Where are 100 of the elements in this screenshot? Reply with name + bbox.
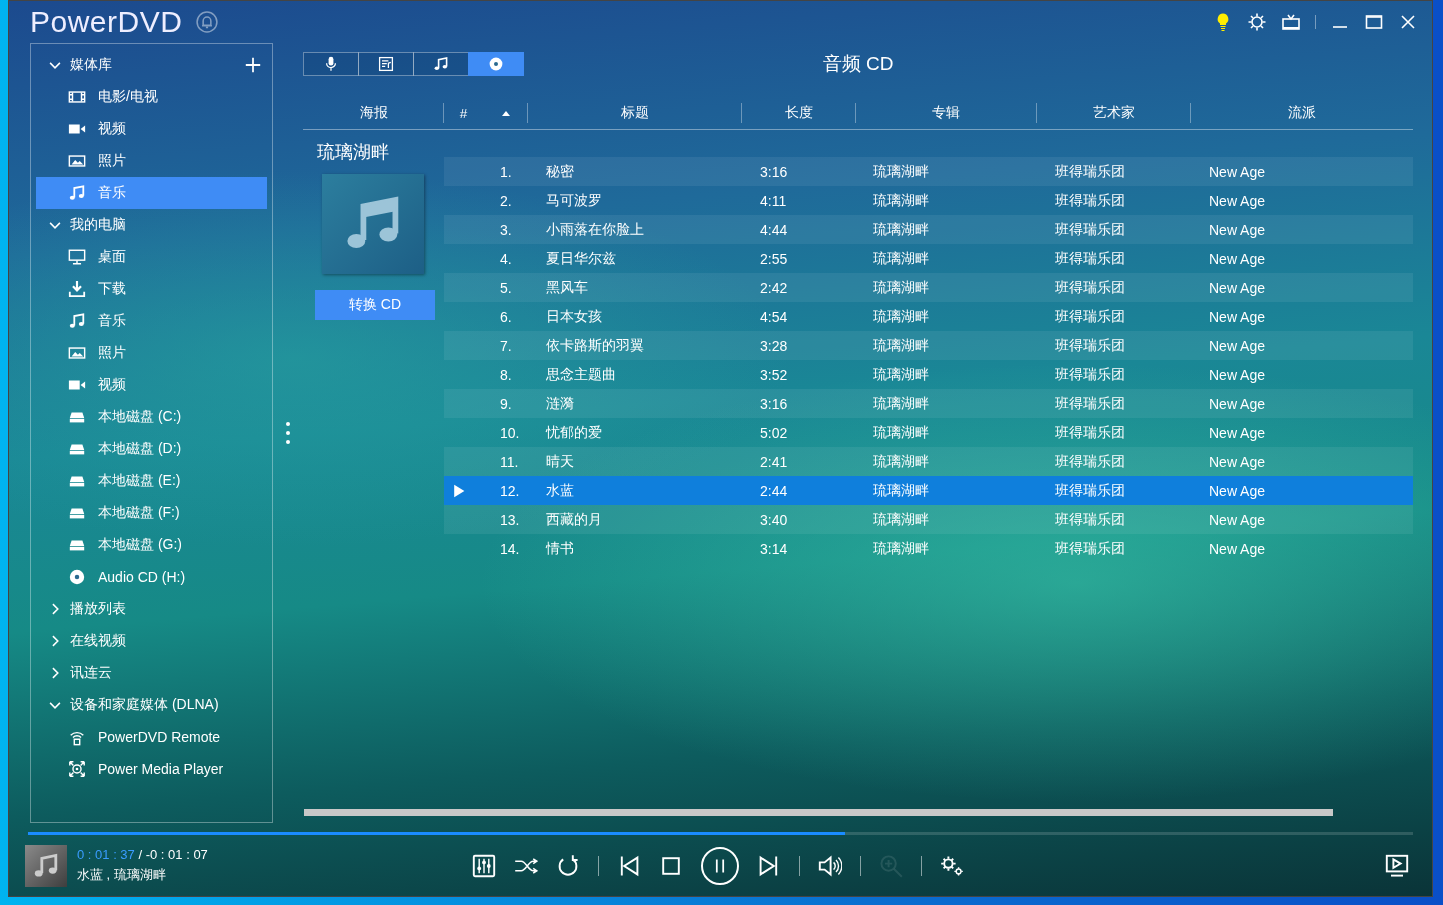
- sidebar-item[interactable]: 本地磁盘 (C:): [36, 401, 267, 433]
- sidebar-item[interactable]: 视频: [36, 369, 267, 401]
- track-album: 琉璃湖畔: [873, 452, 929, 469]
- media-player-icon: [68, 760, 86, 778]
- sidebar-item[interactable]: 音乐: [36, 177, 267, 209]
- track-row[interactable]: 2. 马可波罗 4:11 琉璃湖畔 班得瑞乐团 New Age: [444, 186, 1413, 215]
- track-length: 3:52: [760, 366, 788, 383]
- microphone-icon: [323, 56, 339, 72]
- track-row[interactable]: 1. 秘密 3:16 琉璃湖畔 班得瑞乐团 New Age: [444, 157, 1413, 186]
- volume-icon[interactable]: [817, 853, 842, 878]
- track-title: 黑风车: [546, 278, 588, 295]
- tv-icon[interactable]: [1281, 12, 1301, 32]
- track-genre: New Age: [1209, 511, 1266, 528]
- sidebar-section-header[interactable]: 在线视频: [48, 625, 126, 657]
- settings-icon[interactable]: [939, 853, 964, 878]
- track-title: 西藏的月: [546, 510, 602, 527]
- horizontal-scrollbar[interactable]: [304, 809, 1333, 816]
- sidebar-item[interactable]: 本地磁盘 (F:): [36, 497, 267, 529]
- settings-icon[interactable]: [1247, 12, 1267, 32]
- sidebar-item[interactable]: 音乐: [36, 305, 267, 337]
- sidebar-section-header[interactable]: 播放列表: [48, 593, 126, 625]
- track-album: 琉璃湖畔: [873, 278, 929, 295]
- track-row[interactable]: 10. 忧郁的爱 5:02 琉璃湖畔 班得瑞乐团 New Age: [444, 418, 1413, 447]
- track-number: 5.: [500, 279, 512, 296]
- track-artist: 班得瑞乐团: [1055, 423, 1125, 440]
- track-length: 2:44: [760, 482, 788, 499]
- sidebar-item[interactable]: 电影/电视: [36, 81, 267, 113]
- track-row[interactable]: 9. 涟漪 3:16 琉璃湖畔 班得瑞乐团 New Age: [444, 389, 1413, 418]
- add-icon[interactable]: [245, 57, 261, 73]
- bell-icon[interactable]: [196, 11, 219, 33]
- equalizer-icon[interactable]: [471, 853, 496, 878]
- sidebar-section-header[interactable]: 我的电脑: [48, 209, 126, 241]
- album-title: 琉璃湖畔: [317, 141, 390, 164]
- track-row[interactable]: 13. 西藏的月 3:40 琉璃湖畔 班得瑞乐团 New Age: [444, 505, 1413, 534]
- sidebar-item[interactable]: 下载: [36, 273, 267, 305]
- elapsed-time: 0 : 01 : 37: [77, 847, 135, 862]
- track-genre: New Age: [1209, 279, 1266, 296]
- sidebar-item[interactable]: 照片: [36, 145, 267, 177]
- disc-icon: [488, 56, 504, 72]
- sidebar-item[interactable]: 本地磁盘 (E:): [36, 465, 267, 497]
- track-length: 4:44: [760, 221, 788, 238]
- track-number: 13.: [500, 511, 520, 528]
- track-row[interactable]: 4. 夏日华尔兹 2:55 琉璃湖畔 班得瑞乐团 New Age: [444, 244, 1413, 273]
- track-title: 夏日华尔兹: [546, 249, 616, 266]
- track-row[interactable]: 5. 黑风车 2:42 琉璃湖畔 班得瑞乐团 New Age: [444, 273, 1413, 302]
- app-title: PowerDVD: [30, 5, 183, 39]
- track-length: 5:02: [760, 424, 788, 441]
- track-album: 琉璃湖畔: [873, 539, 929, 556]
- drag-handle-icon[interactable]: [286, 422, 290, 444]
- track-number: 3.: [500, 221, 512, 238]
- sidebar-item[interactable]: Power Media Player: [36, 753, 267, 785]
- column-header[interactable]: 流派: [1190, 103, 1413, 123]
- maximize-icon[interactable]: [1364, 12, 1384, 32]
- track-artist: 班得瑞乐团: [1055, 394, 1125, 411]
- tv-play-icon[interactable]: [1384, 853, 1410, 878]
- track-artist: 班得瑞乐团: [1055, 307, 1125, 324]
- music-note-icon: [433, 56, 449, 72]
- track-title: 思念主题曲: [546, 365, 616, 382]
- sidebar-section-header[interactable]: 媒体库: [48, 49, 112, 81]
- sidebar-item[interactable]: 桌面: [36, 241, 267, 273]
- sidebar-item[interactable]: 本地磁盘 (G:): [36, 529, 267, 561]
- track-album: 琉璃湖畔: [873, 249, 929, 266]
- sidebar-item[interactable]: Audio CD (H:): [36, 561, 267, 593]
- track-row[interactable]: 7. 依卡路斯的羽翼 3:28 琉璃湖畔 班得瑞乐团 New Age: [444, 331, 1413, 360]
- monitor-icon: [68, 248, 86, 266]
- track-length: 3:16: [760, 163, 788, 180]
- track-album: 琉璃湖畔: [873, 481, 929, 498]
- pause-button[interactable]: [700, 846, 739, 885]
- track-row[interactable]: 12. 水蓝 2:44 琉璃湖畔 班得瑞乐团 New Age: [444, 476, 1413, 505]
- track-row[interactable]: 8. 思念主题曲 3:52 琉璃湖畔 班得瑞乐团 New Age: [444, 360, 1413, 389]
- sidebar-section-header[interactable]: 设备和家庭媒体 (DLNA): [48, 689, 219, 721]
- sidebar-item[interactable]: 照片: [36, 337, 267, 369]
- track-number: 11.: [500, 453, 519, 470]
- column-header[interactable]: 长度: [741, 103, 855, 123]
- track-title: 日本女孩: [546, 307, 602, 324]
- track-row[interactable]: 3. 小雨落在你脸上 4:44 琉璃湖畔 班得瑞乐团 New Age: [444, 215, 1413, 244]
- sidebar-item[interactable]: PowerDVD Remote: [36, 721, 267, 753]
- track-artist: 班得瑞乐团: [1055, 249, 1125, 266]
- convert-cd-button[interactable]: 转换 CD: [315, 290, 435, 320]
- sidebar-item[interactable]: 本地磁盘 (D:): [36, 433, 267, 465]
- track-title: 小雨落在你脸上: [546, 220, 644, 237]
- track-row[interactable]: 6. 日本女孩 4:54 琉璃湖畔 班得瑞乐团 New Age: [444, 302, 1413, 331]
- track-artist: 班得瑞乐团: [1055, 162, 1125, 179]
- track-genre: New Age: [1209, 366, 1266, 383]
- track-row[interactable]: 14. 情书 3:14 琉璃湖畔 班得瑞乐团 New Age: [444, 534, 1413, 563]
- track-title: 秘密: [546, 162, 574, 179]
- track-length: 2:41: [760, 453, 788, 470]
- column-header[interactable]: 艺术家: [1036, 103, 1190, 123]
- download-icon: [68, 280, 86, 298]
- sidebar-section-header[interactable]: 讯连云: [48, 657, 112, 689]
- sidebar-item[interactable]: 视频: [36, 113, 267, 145]
- track-genre: New Age: [1209, 482, 1266, 499]
- column-header[interactable]: 海报: [303, 103, 443, 123]
- column-header[interactable]: 标题: [527, 103, 741, 123]
- track-genre: New Age: [1209, 308, 1266, 325]
- column-header[interactable]: #: [443, 103, 527, 123]
- progress-track[interactable]: [28, 832, 1413, 835]
- track-row[interactable]: 11. 晴天 2:41 琉璃湖畔 班得瑞乐团 New Age: [444, 447, 1413, 476]
- column-header[interactable]: 专辑: [855, 103, 1036, 123]
- track-album: 琉璃湖畔: [873, 336, 929, 353]
